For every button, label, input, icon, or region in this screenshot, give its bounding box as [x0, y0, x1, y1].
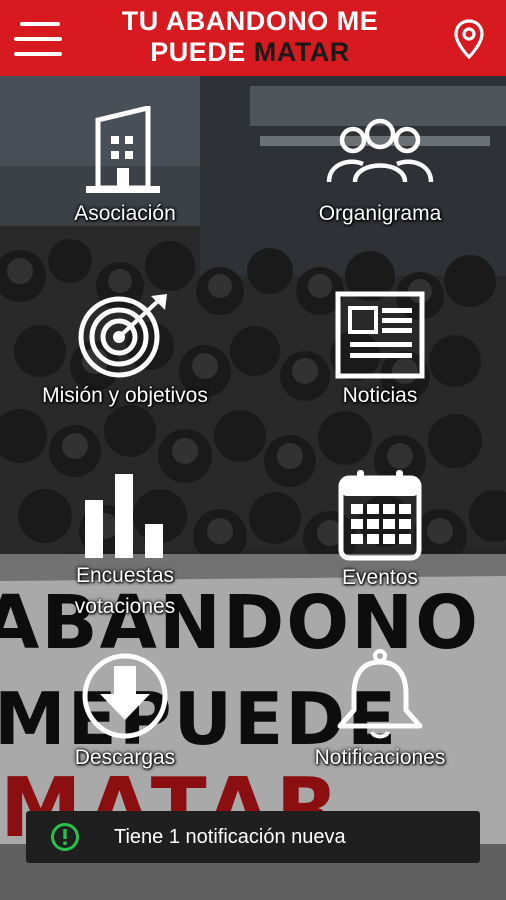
people-group-icon [326, 118, 434, 183]
menu-item-label: Noticias [342, 384, 418, 407]
menu-item-label: Misión y objetivos [42, 384, 208, 407]
menu-item-label-line-1: Encuestas [75, 564, 175, 587]
bell-icon [337, 649, 423, 739]
menu-item-label: Asociación [74, 202, 176, 225]
app-header: TU ABANDONO ME PUEDE MATAR [0, 0, 506, 76]
menu-item-label: Eventos [342, 566, 418, 589]
menu-item-label: Notificaciones [314, 746, 446, 769]
snackbar-message: Tiene 1 notificación nueva [114, 826, 346, 848]
menu-item-notificaciones[interactable]: Notificaciones [290, 648, 470, 773]
menu-item-organigrama[interactable]: Organigrama [295, 112, 465, 229]
menu-item-noticias[interactable]: Noticias [295, 290, 465, 411]
menu-item-encuestas-votaciones[interactable]: Encuestas votaciones [40, 472, 210, 622]
hamburger-menu-icon[interactable] [14, 20, 62, 58]
calendar-icon [338, 470, 422, 561]
menu-item-label-line-2: votaciones [74, 595, 176, 618]
title-line-1: TU ABANDONO ME [121, 6, 379, 36]
menu-item-descargas[interactable]: Descargas [40, 650, 210, 773]
menu-item-asociacion[interactable]: Asociación [40, 106, 210, 229]
location-pin-icon[interactable] [450, 18, 488, 60]
title-line-2-part-1: PUEDE [150, 37, 254, 67]
menu-item-label: Encuestas votaciones [40, 560, 210, 622]
alert-circle-icon [51, 823, 79, 851]
target-icon [78, 294, 167, 378]
download-icon [82, 653, 168, 739]
menu-item-label: Organigrama [318, 202, 442, 225]
notification-snackbar[interactable]: Tiene 1 notificación nueva [26, 811, 480, 863]
newspaper-icon [335, 291, 425, 379]
menu-item-mision-objetivos[interactable]: Misión y objetivos [20, 290, 230, 411]
title-line-2-part-2: MATAR [253, 37, 350, 67]
title-line-2: PUEDE MATAR [90, 37, 410, 68]
menu-item-eventos[interactable]: Eventos [295, 468, 465, 593]
bar-chart-icon [85, 474, 163, 558]
menu-item-label: Descargas [74, 746, 176, 769]
app-title: TU ABANDONO ME PUEDE MATAR [90, 6, 410, 68]
building-icon [86, 106, 160, 193]
